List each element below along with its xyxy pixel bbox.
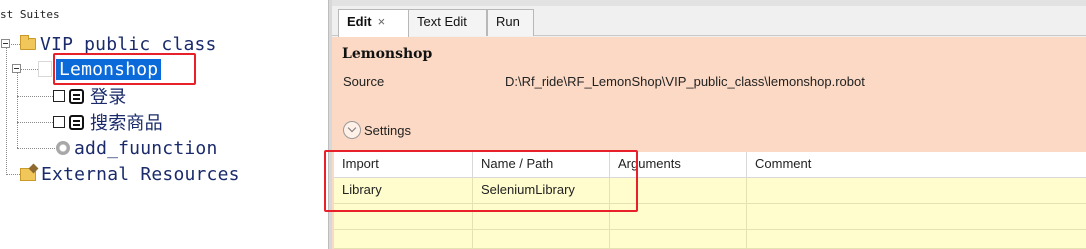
tree-connector [6,174,20,175]
test-case-icon [69,88,84,104]
test-checkbox[interactable] [53,116,65,128]
grid-cell-comment[interactable] [747,178,1086,204]
tab-text-edit[interactable]: Text Edit [408,9,487,36]
file-icon [38,61,52,77]
test-checkbox[interactable] [53,90,65,102]
test-suites-tree[interactable]: st Suites VIP_public_class Lemonshop 登录 … [0,0,328,249]
tree-node-label: VIP_public_class [40,33,217,55]
tree-connector [6,47,7,175]
tree-node-test-search[interactable]: 搜索商品 [53,110,163,134]
editor-panel: Edit × Text Edit Run Lemonshop Source D:\… [332,0,1086,249]
tree-node-label: 登录 [90,87,127,108]
tree-connector [17,148,55,149]
grid-cell-import[interactable]: Library [334,178,473,204]
tab-bar: Edit × Text Edit Run [332,0,1086,37]
column-header-arguments[interactable]: Arguments [610,152,747,178]
collapse-suite-toggle[interactable] [1,39,10,48]
column-header-name-path[interactable]: Name / Path [473,152,610,178]
grid-cell-empty[interactable] [747,204,1086,230]
column-header-import[interactable]: Import [334,152,473,178]
source-path: D:\Rf_ride\RF_LemonShop\VIP_public_class… [505,74,865,89]
grid-cell-name-path[interactable]: SeleniumLibrary [473,178,610,204]
tab-bar-strip [332,0,1086,6]
tab-text-edit-label: Text Edit [417,14,467,29]
grid-cell-empty[interactable] [334,204,473,230]
gear-icon [56,141,70,155]
grid-cell-arguments[interactable] [610,178,747,204]
tree-connector [17,96,53,97]
grid-cell-empty[interactable] [473,230,610,249]
tree-node-keyword[interactable]: add_fuunction [56,136,217,160]
tree-node-label: add_fuunction [74,137,218,159]
tab-run-label: Run [496,14,520,29]
tree-node-label: External Resources [41,163,240,185]
grid-cell-empty[interactable] [473,204,610,230]
suite-title: Lemonshop [342,46,433,62]
settings-label: Settings [364,122,411,138]
source-label: Source [343,74,385,89]
tree-node-label: 搜索商品 [90,113,163,134]
grid-cell-empty[interactable] [334,230,473,249]
tree-node-external-resources[interactable]: External Resources [20,162,240,186]
tree-connector [17,122,53,123]
grid-cell-empty[interactable] [610,230,747,249]
external-resources-icon [20,167,36,181]
close-icon[interactable]: × [378,14,386,29]
chevron-down-icon [343,121,361,139]
import-grid[interactable]: Import Name / Path Arguments Comment Lib… [334,152,1086,249]
settings-toggle[interactable]: Settings [343,121,411,139]
column-header-comment[interactable]: Comment [747,152,1086,178]
tab-edit-label: Edit [347,14,372,29]
tree-node-suite[interactable]: VIP_public_class [20,32,217,56]
tree-node-label-selected: Lemonshop [56,58,162,80]
grid-cell-empty[interactable] [747,230,1086,249]
tree-header: st Suites [0,8,60,21]
tree-node-test-login[interactable]: 登录 [53,84,126,108]
tree-connector [17,72,18,148]
tab-run[interactable]: Run [487,9,534,36]
folder-icon [20,35,36,50]
grid-cell-empty[interactable] [610,204,747,230]
tree-node-file[interactable]: Lemonshop [38,57,162,81]
test-case-icon [69,114,84,130]
tab-edit[interactable]: Edit × [338,9,409,37]
suite-editor-content: Lemonshop Source D:\Rf_ride\RF_LemonShop… [332,37,1086,249]
collapse-file-toggle[interactable] [12,64,21,73]
grid-header: Import Name / Path Arguments Comment [334,152,1086,178]
